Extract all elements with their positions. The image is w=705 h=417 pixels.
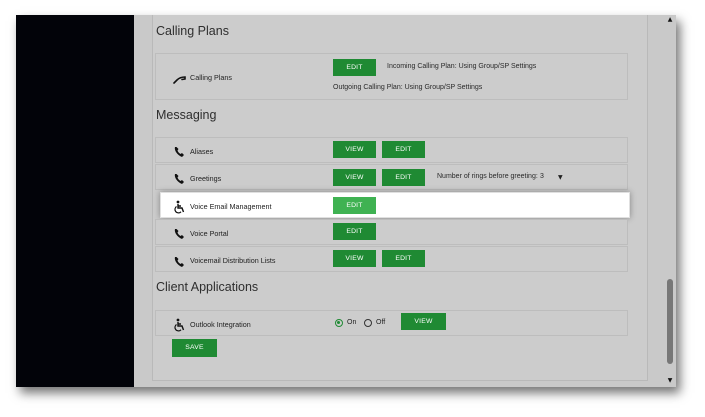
calling-plans-row: Calling Plans EDIT Incoming Calling Plan… (155, 53, 628, 100)
messaging-row-voicemail-distribution-lists: Voicemail Distribution Lists VIEW EDIT (155, 246, 628, 272)
phone-handset-icon (174, 229, 184, 239)
outlook-integration-view-button[interactable]: VIEW (401, 313, 446, 330)
incoming-calling-plan-text: Incoming Calling Plan: Using Group/SP Se… (387, 63, 537, 70)
outlook-on-radio[interactable] (335, 319, 343, 327)
phone-handset-icon (174, 257, 184, 267)
accessibility-icon (174, 200, 185, 214)
section-title-client-applications: Client Applications (156, 280, 259, 294)
rings-label: Number of rings before greeting: (437, 173, 538, 180)
outlook-off-radio[interactable] (364, 319, 372, 327)
aliases-edit-button[interactable]: EDIT (382, 141, 425, 158)
voicemail-distribution-lists-view-button[interactable]: VIEW (333, 250, 376, 267)
row-label: Voicemail Distribution Lists (190, 256, 276, 265)
row-label: Voice Email Management (190, 202, 272, 211)
phone-handset-icon (174, 174, 184, 184)
row-label: Greetings (190, 174, 222, 183)
caret-down-icon[interactable]: ▼ (558, 174, 563, 181)
messaging-row-greetings: Greetings VIEW EDIT Number of rings befo… (155, 164, 628, 190)
row-label: Outlook Integration (190, 320, 251, 329)
vertical-scrollbar[interactable]: ▲ ▼ (664, 15, 676, 387)
voicemail-distribution-lists-edit-button[interactable]: EDIT (382, 250, 425, 267)
calling-plans-edit-button[interactable]: EDIT (333, 59, 376, 76)
voice-portal-edit-button[interactable]: EDIT (333, 223, 376, 240)
scrollbar-thumb[interactable] (667, 279, 673, 364)
greetings-view-button[interactable]: VIEW (333, 169, 376, 186)
section-title-messaging: Messaging (156, 108, 217, 122)
scroll-down-arrow[interactable]: ▼ (666, 377, 674, 385)
scroll-up-arrow[interactable]: ▲ (666, 16, 674, 24)
save-button[interactable]: SAVE (172, 339, 217, 357)
row-label: Calling Plans (190, 73, 232, 82)
aliases-view-button[interactable]: VIEW (333, 141, 376, 158)
rings-select[interactable]: Number of rings before greeting: 3 ▼ (437, 173, 567, 185)
radio-label-on: On (347, 319, 357, 326)
phone-handset-icon (173, 76, 186, 84)
rings-value: 3 (540, 173, 544, 180)
greetings-edit-button[interactable]: EDIT (382, 169, 425, 186)
left-navigation-panel (16, 15, 134, 387)
section-title-calling-plans: Calling Plans (156, 24, 229, 38)
messaging-row-voice-email-management: Voice Email Management EDIT (160, 192, 630, 218)
outgoing-calling-plan-text: Outgoing Calling Plan: Using Group/SP Se… (333, 84, 483, 91)
phone-handset-icon (174, 147, 184, 157)
accessibility-icon (174, 318, 185, 332)
messaging-row-voice-portal: Voice Portal EDIT (155, 219, 628, 245)
row-label: Aliases (190, 147, 214, 156)
client-row-outlook-integration: Outlook Integration On Off VIEW (155, 310, 628, 336)
radio-label-off: Off (376, 319, 386, 326)
row-label: Voice Portal (190, 229, 229, 238)
messaging-row-aliases: Aliases VIEW EDIT (155, 137, 628, 163)
voice-email-management-edit-button[interactable]: EDIT (333, 197, 376, 214)
